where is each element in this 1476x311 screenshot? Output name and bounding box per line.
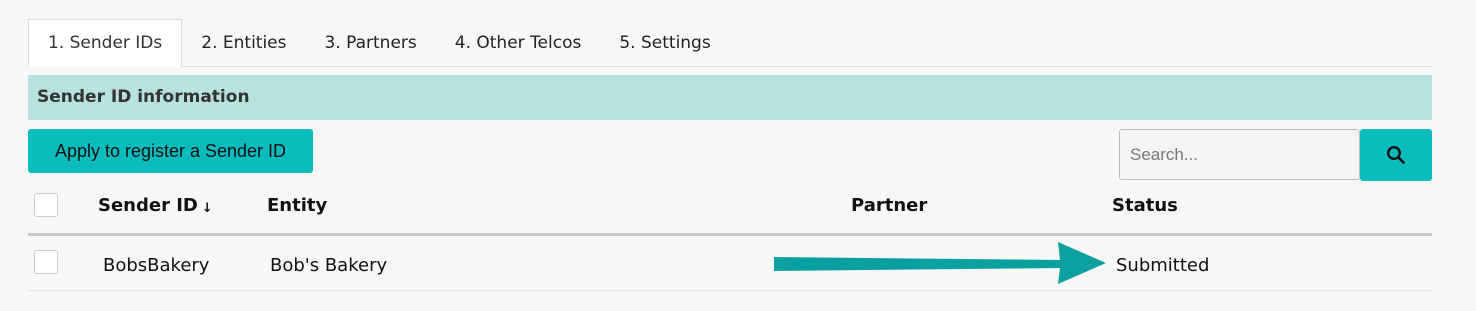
cell-sender-id[interactable]: BobsBakery [103, 255, 209, 276]
select-all-checkbox[interactable] [34, 193, 58, 217]
apply-register-sender-id-button[interactable]: Apply to register a Sender ID [28, 129, 313, 173]
tab-sender-ids[interactable]: 1. Sender IDs [28, 19, 183, 67]
tab-bar: 1. Sender IDs 2. Entities 3. Partners 4.… [28, 19, 1432, 67]
section-header: Sender ID information [28, 75, 1432, 120]
section-title: Sender ID information [37, 87, 250, 107]
column-header-partner[interactable]: Partner [851, 195, 927, 216]
column-header-entity[interactable]: Entity [267, 195, 327, 216]
tab-entities[interactable]: 2. Entities [182, 20, 305, 66]
search-input[interactable] [1119, 129, 1360, 180]
right-arrow-annotation-icon [774, 242, 1106, 284]
cell-status: Submitted [1116, 255, 1210, 276]
column-header-status[interactable]: Status [1112, 195, 1178, 216]
sort-descending-icon: ↓ [201, 201, 213, 216]
column-header-sender-id-label: Sender ID [98, 195, 198, 216]
row-divider [28, 290, 1432, 291]
search-button[interactable] [1360, 129, 1432, 181]
row-checkbox[interactable] [34, 250, 58, 274]
search-icon [1386, 145, 1405, 164]
cell-entity: Bob's Bakery [270, 255, 388, 276]
tab-partners[interactable]: 3. Partners [306, 20, 436, 66]
table-header-divider [28, 233, 1432, 236]
column-header-sender-id[interactable]: Sender ID ↓ [98, 195, 213, 216]
tab-other-telcos[interactable]: 4. Other Telcos [436, 20, 601, 66]
tab-settings[interactable]: 5. Settings [600, 20, 729, 66]
